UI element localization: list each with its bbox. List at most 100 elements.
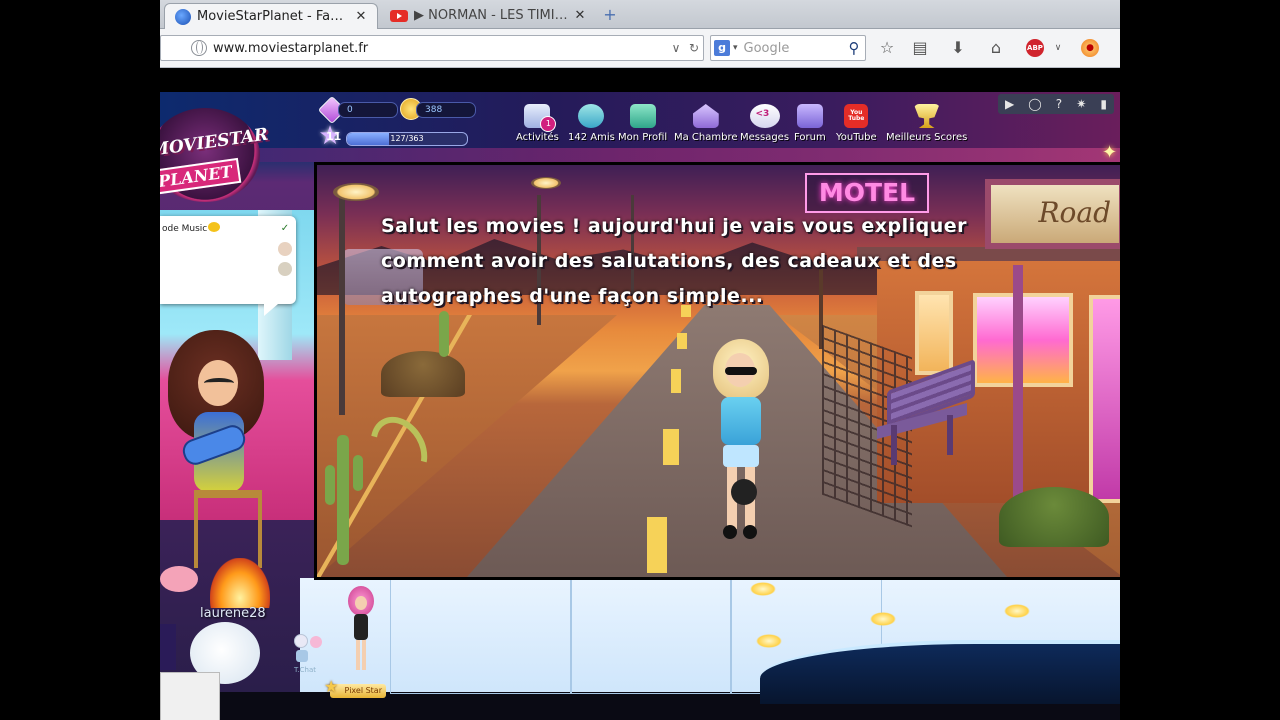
search-icon[interactable]: ⚲ (843, 39, 865, 57)
tab-moviestarplanet[interactable]: MovieStarPlanet - Fa… ✕ (164, 3, 378, 29)
nav-label: Forum (794, 132, 826, 143)
floor-tile (390, 578, 572, 694)
pixel-star-badge[interactable]: Pixel Star (324, 680, 386, 698)
moviestarplanet-favicon-icon (175, 8, 191, 25)
tab-title: ▶ NORMAN - LES TIMI… (414, 8, 568, 23)
chat-panel[interactable]: ode Music ✓ (160, 216, 296, 316)
nav-meilleurs-scores[interactable]: Meilleurs Scores (886, 104, 967, 143)
motel-door (1089, 295, 1120, 503)
nav-label: 142 Amis (568, 132, 615, 143)
chat-bubble-icon[interactable] (294, 634, 308, 648)
reader-list-icon[interactable]: ▤ (909, 37, 931, 59)
friends-icon (578, 104, 605, 128)
xp-text: 127/363 (390, 134, 424, 143)
user-icon[interactable] (296, 650, 308, 662)
close-tab-icon[interactable]: ✕ (353, 9, 369, 24)
sunglasses-icon (725, 367, 757, 375)
street-lamp-pole (339, 195, 345, 415)
activity-badge: 1 (540, 116, 557, 132)
extension-icon[interactable]: ● (1081, 39, 1099, 57)
play-icon[interactable]: ▶ (1005, 97, 1014, 111)
caption-line: comment avoir des salutations, des cadea… (381, 250, 957, 272)
chat-label: T.Chat (294, 666, 317, 674)
clipboard-icon: 1 (524, 104, 557, 132)
url-text[interactable]: www.moviestarplanet.fr (213, 41, 667, 56)
download-icon[interactable]: ⬇ (947, 37, 969, 59)
fullscreen-icon[interactable]: ▮ (1100, 97, 1107, 111)
chat-avatar-icon[interactable] (278, 242, 292, 256)
new-tab-button[interactable]: + (600, 6, 620, 24)
caption-line: Salut les movies ! aujourd'hui je vais v… (381, 215, 968, 237)
green-bush (999, 487, 1109, 547)
nav-label: Messages (740, 132, 790, 143)
bench-leg (891, 425, 897, 465)
handbag-icon (731, 479, 757, 505)
youtube-icon: You Tube (844, 104, 869, 128)
circle-icon[interactable]: ◯ (1028, 97, 1041, 111)
avatar-shoe (743, 525, 757, 539)
stool (194, 490, 262, 568)
street-lamp-light-icon (333, 183, 379, 201)
close-tab-icon[interactable]: ✕ (572, 8, 588, 23)
pig-pet-icon[interactable] (160, 566, 198, 592)
settings-gear-icon[interactable]: ✷ (1076, 97, 1086, 111)
tutorial-scene-image: MOTEL Road Salut les movies ! aujourd'hu… (314, 162, 1120, 580)
nav-messages[interactable]: <3 Messages (740, 104, 789, 143)
floor-light-icon (870, 612, 896, 626)
chat-action-icon[interactable]: ✓ (278, 222, 292, 236)
url-bar[interactable]: www.moviestarplanet.fr ∨ ↻ (160, 35, 704, 61)
home-icon[interactable]: ⌂ (985, 37, 1007, 59)
messages-icon: <3 (749, 104, 780, 128)
search-bar[interactable]: g ▾ Google ⚲ (710, 35, 866, 61)
small-avatar[interactable] (348, 586, 374, 680)
youtube-icon-text: You Tube (848, 109, 865, 122)
nav-ma-chambre[interactable]: Ma Chambre (674, 104, 738, 143)
avatar-top (721, 397, 761, 445)
floor-light-icon (1004, 604, 1030, 618)
bench-leg (947, 415, 953, 455)
reload-icon[interactable]: ↻ (685, 41, 703, 55)
xp-bar: 127/363 (346, 132, 468, 146)
nav-amis[interactable]: 142 Amis (568, 104, 615, 143)
game-settings-bar: ▶ ◯ ? ✷ ▮ (998, 94, 1114, 114)
msp-emblem-icon (160, 624, 176, 670)
sparkle-icon: ✦ (1102, 142, 1118, 163)
nav-mon-profil[interactable]: Mon Profil (618, 104, 667, 143)
nav-youtube[interactable]: You Tube YouTube (836, 104, 877, 143)
bench (877, 358, 975, 465)
nav-forum[interactable]: Forum (794, 104, 826, 143)
cactus-icon (353, 455, 363, 491)
player-avatar-eyes (204, 378, 234, 388)
level-number: 11 (326, 130, 342, 143)
smiley-icon (208, 222, 220, 232)
google-engine-icon[interactable]: g (714, 40, 730, 56)
nav-activites[interactable]: 1 Activités (516, 104, 559, 143)
nav-label: Activités (516, 132, 559, 143)
street-lamp-light-icon (531, 177, 561, 189)
globe-icon (191, 40, 207, 56)
motel-sign: MOTEL (805, 173, 929, 213)
tab-norman[interactable]: ▶ NORMAN - LES TIMI… ✕ (380, 3, 596, 28)
profile-book-icon (629, 104, 656, 128)
road-center-line (647, 517, 667, 573)
navigation-toolbar: www.moviestarplanet.fr ∨ ↻ g ▾ Google ⚲ … (160, 29, 1120, 68)
floor-tile (570, 578, 732, 694)
trophy-icon (913, 104, 940, 128)
bookmark-star-icon[interactable]: ☆ (876, 37, 898, 59)
white-box (160, 672, 220, 720)
chat-avatar-icon[interactable] (278, 262, 292, 276)
help-icon[interactable]: ? (1056, 97, 1062, 111)
adblock-icon[interactable]: ABP (1026, 39, 1044, 57)
floor-light-icon (756, 634, 782, 648)
character-icon[interactable] (310, 636, 322, 648)
chat-message: ode Music (162, 224, 208, 234)
search-engine-dropdown-icon[interactable]: ▾ (733, 43, 738, 53)
url-dropdown-icon[interactable]: ∨ (667, 41, 685, 55)
small-avatar-leg (356, 640, 360, 670)
avatar-shorts (723, 445, 759, 467)
adblock-dropdown-icon[interactable]: ∨ (1047, 37, 1069, 59)
forum-icon (796, 104, 823, 128)
cactus-icon (337, 435, 349, 565)
tutorial-caption: Salut les movies ! aujourd'hui je vais v… (381, 209, 1081, 314)
search-input[interactable]: Google (744, 41, 843, 56)
